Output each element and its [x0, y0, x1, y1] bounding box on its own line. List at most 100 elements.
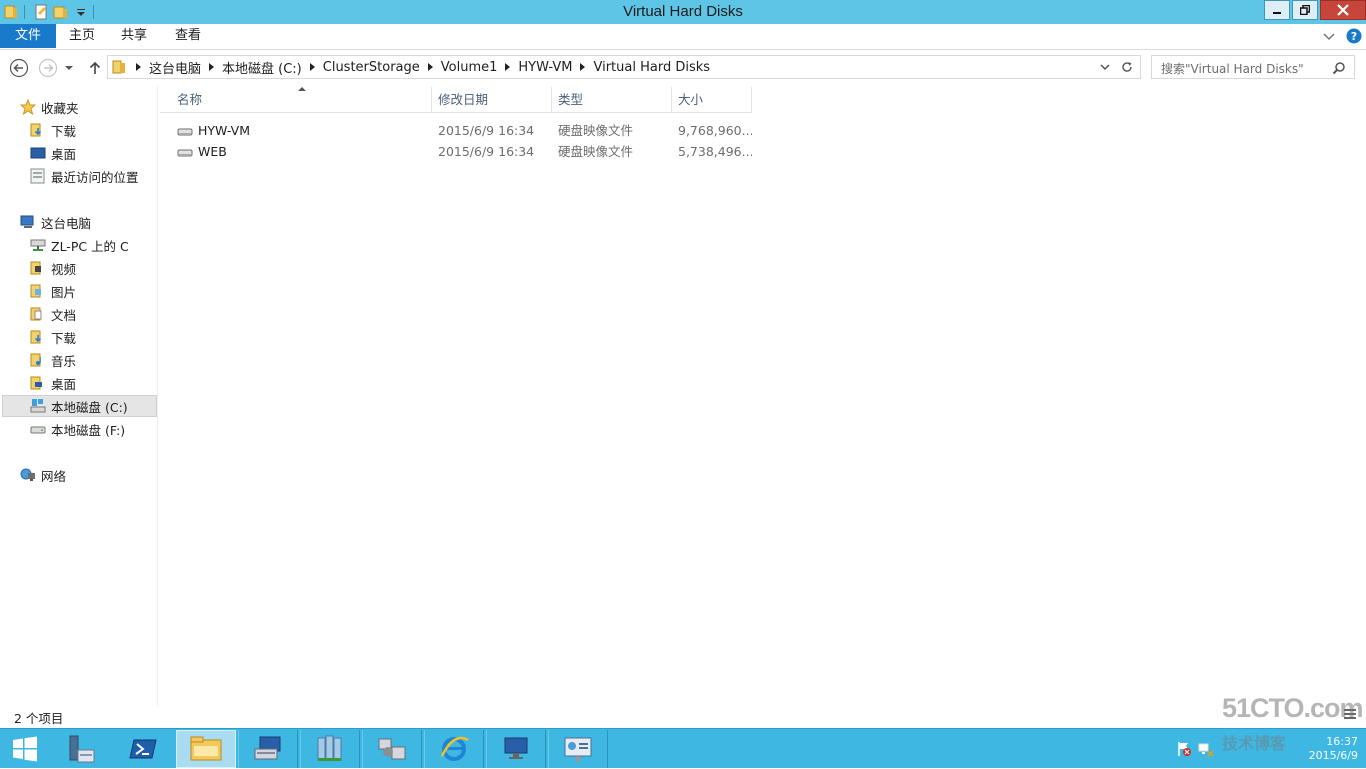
- tab-home[interactable]: 主页: [56, 24, 108, 48]
- breadcrumb-virtual-hard-disks[interactable]: Virtual Hard Disks: [593, 60, 710, 75]
- taskbar-failover-cluster[interactable]: [300, 730, 360, 768]
- breadcrumb-separator-icon[interactable]: [209, 63, 215, 71]
- network-tray-icon[interactable]: [1198, 741, 1214, 757]
- file-type: 硬盘映像文件: [558, 123, 634, 138]
- ie-icon: [440, 736, 469, 761]
- column-header-name[interactable]: 名称: [160, 87, 432, 113]
- file-row[interactable]: WEB 2015/6/9 16:34 硬盘映像文件 5,738,496...: [160, 141, 752, 162]
- breadcrumb-label[interactable]: 本地磁盘 (C:): [222, 58, 302, 77]
- nav-downloads[interactable]: 下载: [30, 326, 157, 348]
- column-header-size[interactable]: 大小: [672, 87, 752, 113]
- watermark-blog: 技术博客: [1222, 736, 1287, 753]
- folder-icon: [112, 60, 125, 74]
- column-label: 名称: [177, 92, 203, 107]
- nav-favorite-recent[interactable]: 最近访问的位置: [30, 165, 157, 187]
- breadcrumb-separator-icon[interactable]: [427, 63, 433, 71]
- nav-music[interactable]: 音乐: [30, 349, 157, 371]
- tab-view[interactable]: 查看: [160, 24, 216, 48]
- expand-ribbon-icon[interactable]: [1322, 29, 1336, 43]
- desktop-folder-icon: [30, 376, 42, 390]
- ribbon-right: ?: [1322, 28, 1362, 44]
- nav-favorites[interactable]: 收藏夹: [20, 96, 157, 118]
- nav-label: 网络: [41, 468, 67, 484]
- taskbar-powershell[interactable]: [114, 730, 174, 768]
- taskbar-remote-desktop[interactable]: [486, 730, 546, 768]
- breadcrumb-separator-icon[interactable]: [580, 63, 586, 71]
- nav-label: 收藏夹: [41, 100, 79, 116]
- refresh-icon[interactable]: [1120, 60, 1134, 74]
- sort-ascending-icon: [298, 87, 306, 91]
- desktop-icon: [30, 147, 46, 159]
- cluster-icon: [317, 735, 342, 761]
- back-button[interactable]: [9, 58, 29, 78]
- breadcrumb-label[interactable]: ClusterStorage: [323, 60, 420, 75]
- nav-desktop[interactable]: 桌面: [30, 372, 157, 394]
- breadcrumb-clusterstorage[interactable]: ClusterStorage: [323, 60, 441, 75]
- restore-button[interactable]: [1292, 0, 1318, 20]
- taskbar-control-panel[interactable]: [548, 730, 608, 768]
- documents-folder-icon: [30, 307, 42, 321]
- control-panel-icon: [564, 737, 592, 762]
- column-header-type[interactable]: 类型: [552, 87, 672, 113]
- taskbar-hyperv-manager[interactable]: [238, 730, 298, 768]
- file-size: 9,768,960...: [678, 123, 752, 138]
- system-drive-icon: [30, 399, 46, 413]
- file-size: 5,738,496...: [678, 144, 752, 159]
- help-icon[interactable]: ?: [1346, 28, 1362, 44]
- taskbar-server-manager[interactable]: [52, 730, 112, 768]
- nav-pictures[interactable]: 图片: [30, 280, 157, 302]
- nav-documents[interactable]: 文档: [30, 303, 157, 325]
- search-icon[interactable]: [1332, 61, 1346, 75]
- breadcrumb-separator-icon[interactable]: [136, 63, 141, 71]
- forward-button[interactable]: [38, 58, 58, 78]
- minimize-button[interactable]: [1264, 0, 1290, 20]
- up-button[interactable]: [85, 58, 105, 78]
- breadcrumb-label[interactable]: HYW-VM: [518, 60, 572, 75]
- nav-this-pc[interactable]: 这台电脑: [20, 211, 157, 233]
- file-modified: 2015/6/9 16:34: [438, 144, 535, 159]
- clock-date: 2015/6/9: [1308, 749, 1358, 762]
- nav-favorite-downloads[interactable]: 下载: [30, 119, 157, 141]
- search-box[interactable]: 搜索"Virtual Hard Disks": [1151, 55, 1355, 79]
- network-icon: [20, 468, 35, 481]
- search-input[interactable]: 搜索"Virtual Hard Disks": [1161, 60, 1304, 77]
- recent-locations-button[interactable]: [62, 58, 76, 78]
- nav-label: 本地磁盘 (C:): [51, 399, 128, 415]
- nav-label: 音乐: [51, 353, 77, 369]
- taskbar-internet-explorer[interactable]: [424, 730, 484, 768]
- nav-videos[interactable]: 视频: [30, 257, 157, 279]
- nav-label: ZL-PC 上的 C: [51, 238, 129, 254]
- breadcrumb-local-disk-c[interactable]: 本地磁盘 (C:): [222, 58, 323, 77]
- chevron-down-icon[interactable]: [1098, 60, 1112, 74]
- column-header-modified[interactable]: 修改日期: [432, 87, 552, 113]
- action-center-icon[interactable]: [1176, 741, 1192, 757]
- nav-local-disk-f[interactable]: 本地磁盘 (F:): [30, 418, 157, 440]
- breadcrumb-separator-icon[interactable]: [309, 63, 315, 71]
- disk-image-icon: [177, 128, 193, 135]
- drive-icon: [30, 426, 46, 434]
- taskbar-network-tool[interactable]: [362, 730, 422, 768]
- breadcrumb-hyw-vm[interactable]: HYW-VM: [518, 60, 593, 75]
- start-button[interactable]: [0, 730, 50, 768]
- tab-share[interactable]: 共享: [108, 24, 160, 48]
- address-bar[interactable]: 这台电脑 本地磁盘 (C:) ClusterStorage Volume1 HY…: [107, 55, 1141, 79]
- breadcrumb-volume1[interactable]: Volume1: [441, 60, 519, 75]
- nav-local-disk-c[interactable]: 本地磁盘 (C:): [2, 395, 157, 417]
- close-button[interactable]: [1320, 0, 1366, 20]
- breadcrumb-separator-icon[interactable]: [505, 63, 511, 71]
- tab-file[interactable]: 文件: [0, 24, 56, 48]
- nav-label: 下载: [51, 123, 77, 139]
- nav-favorite-desktop[interactable]: 桌面: [30, 142, 157, 164]
- breadcrumb-label[interactable]: Virtual Hard Disks: [593, 60, 710, 75]
- file-row[interactable]: HYW-VM 2015/6/9 16:34 硬盘映像文件 9,768,960..…: [160, 120, 752, 141]
- breadcrumb-label[interactable]: 这台电脑: [149, 58, 201, 77]
- taskbar-file-explorer[interactable]: [176, 730, 236, 768]
- breadcrumb-this-pc[interactable]: 这台电脑: [149, 58, 222, 77]
- svg-text:?: ?: [1351, 30, 1357, 43]
- nav-network[interactable]: 网络: [20, 464, 157, 486]
- nav-network-drive-c[interactable]: ZL-PC 上的 C: [30, 234, 157, 256]
- clock[interactable]: 16:37 2015/6/9: [1309, 735, 1358, 763]
- navigation-pane: 收藏夹 下载 桌面 最近访问的位置 这台电脑 ZL-PC 上的 C 视频 图片 …: [0, 86, 158, 706]
- breadcrumb-label[interactable]: Volume1: [441, 60, 498, 75]
- nav-label: 视频: [51, 261, 77, 277]
